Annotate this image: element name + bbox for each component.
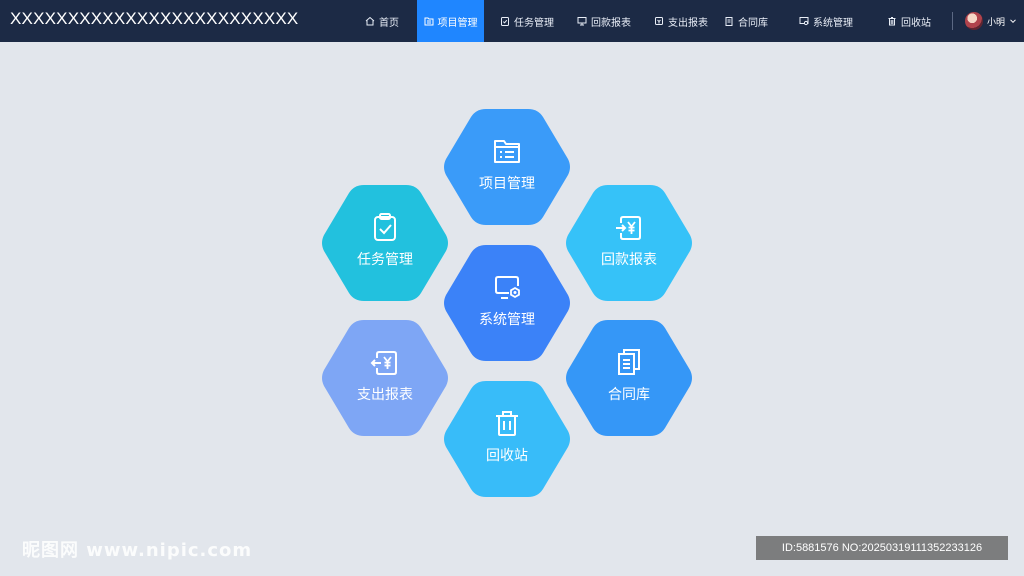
user-name: 小明 <box>987 17 1006 28</box>
hexagon-shape <box>444 381 570 497</box>
folder-list-icon <box>424 16 434 26</box>
clipboard-check-icon <box>370 212 400 242</box>
clipboard-check-icon <box>500 16 510 26</box>
hexagon-shape <box>566 320 692 436</box>
hexagon-shape <box>566 185 692 301</box>
nav-item-payment-report[interactable]: 回款报表 <box>571 0 637 42</box>
nav-divider <box>952 12 953 30</box>
nav-item-label: 合同库 <box>738 17 768 29</box>
tile-payment-report[interactable]: 回款报表 <box>563 182 695 304</box>
nav-item-expense-report[interactable]: 支出报表 <box>650 0 712 42</box>
watermark-site: 昵图网 www.nipic.com <box>22 540 253 561</box>
nav-item-label: 回收站 <box>901 17 931 29</box>
chevron-down-icon <box>1010 19 1016 24</box>
document-stack-icon <box>724 16 734 26</box>
tile-project-management[interactable]: 项目管理 <box>441 106 573 228</box>
folder-list-icon <box>492 136 522 166</box>
tile-task-management[interactable]: 任务管理 <box>319 182 451 304</box>
hexagon-shape <box>322 320 448 436</box>
top-navigation-bar: XXXXXXXXXXXXXXXXXXXXXXXXX 首页 项目管理 任务管理 回… <box>0 0 1024 42</box>
monitor-report-icon <box>577 16 587 26</box>
nav-item-home[interactable]: 首页 <box>358 0 406 42</box>
trash-icon <box>492 408 522 438</box>
document-stack-icon <box>614 347 644 377</box>
payment-in-icon <box>614 212 644 242</box>
monitor-gear-icon <box>492 272 522 302</box>
tile-recycle-bin[interactable]: 回收站 <box>441 378 573 500</box>
nav-item-label: 项目管理 <box>437 17 478 29</box>
trash-icon <box>887 16 897 26</box>
nav-item-label: 回款报表 <box>591 17 631 29</box>
tile-label: 支出报表 <box>357 387 413 403</box>
watermark-id: ID:5881576 NO:20250319111352233126 <box>756 536 1008 560</box>
tile-label: 合同库 <box>608 387 650 403</box>
nav-item-system[interactable]: 系统管理 <box>794 0 858 42</box>
payment-out-icon <box>370 347 400 377</box>
app-title: XXXXXXXXXXXXXXXXXXXXXXXXX <box>10 9 299 28</box>
hexagon-shape <box>444 109 570 225</box>
tile-label: 回款报表 <box>601 252 657 268</box>
nav-item-contract[interactable]: 合同库 <box>720 0 772 42</box>
nav-item-label: 任务管理 <box>514 17 554 29</box>
nav-item-recycle[interactable]: 回收站 <box>881 0 937 42</box>
nav-item-label: 支出报表 <box>668 17 708 29</box>
hexagon-shape <box>444 245 570 361</box>
nav-item-label: 系统管理 <box>813 17 853 29</box>
tile-expense-report[interactable]: 支出报表 <box>319 317 451 439</box>
tile-label: 系统管理 <box>479 312 535 328</box>
user-menu[interactable]: 小明 <box>965 9 1017 33</box>
tile-label: 项目管理 <box>479 176 535 192</box>
monitor-gear-icon <box>799 16 809 26</box>
tile-contract-library[interactable]: 合同库 <box>563 317 695 439</box>
home-icon <box>365 16 375 26</box>
tile-label: 任务管理 <box>357 252 413 268</box>
hexagon-shape <box>322 185 448 301</box>
nav-item-label: 首页 <box>379 17 399 29</box>
tile-system-management[interactable]: 系统管理 <box>441 242 573 364</box>
avatar <box>965 12 983 30</box>
nav-item-task[interactable]: 任务管理 <box>496 0 558 42</box>
tile-label: 回收站 <box>486 448 528 464</box>
nav-item-project[interactable]: 项目管理 <box>417 0 484 42</box>
payment-out-icon <box>654 16 664 26</box>
